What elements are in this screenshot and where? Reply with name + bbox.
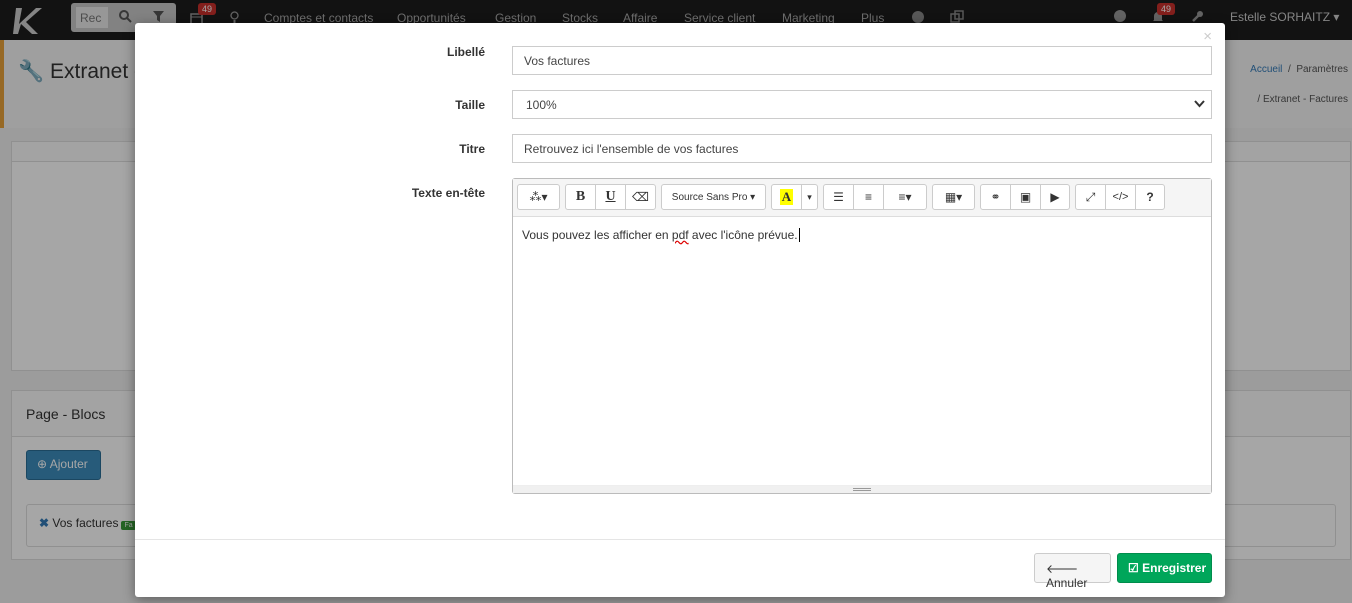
close-icon[interactable]: × — [1203, 28, 1212, 45]
label-texte: Texte en-tête — [411, 186, 485, 200]
magic-wand-icon[interactable]: ⁂▾ — [518, 185, 559, 209]
fullscreen-icon[interactable]: ⤢ — [1076, 185, 1106, 209]
save-button[interactable]: ☑ Enregistrer — [1117, 553, 1212, 583]
table-group: ▦▾ — [932, 184, 975, 210]
label-titre: Titre — [459, 142, 485, 156]
resize-grip-icon[interactable] — [853, 488, 871, 491]
editor-toolbar: ⁂▾ B U ⌫ Source Sans Pro ▾ A ▾ ☰ ≡ ≡▾ ▦▾ — [513, 179, 1211, 217]
rich-text-editor: ⁂▾ B U ⌫ Source Sans Pro ▾ A ▾ ☰ ≡ ≡▾ ▦▾ — [512, 178, 1212, 494]
numbered-list-icon[interactable]: ≡ — [854, 185, 884, 209]
align-icon[interactable]: ≡▾ — [884, 185, 926, 209]
bold-icon[interactable]: B — [566, 185, 596, 209]
titre-input[interactable]: Retrouvez ici l'ensemble de vos factures — [512, 134, 1212, 163]
view-group: ⤢ </> ? — [1075, 184, 1165, 210]
eraser-icon[interactable]: ⌫ — [626, 185, 655, 209]
video-icon[interactable]: ▶ — [1041, 185, 1069, 209]
label-taille: Taille — [455, 98, 485, 112]
table-icon[interactable]: ▦▾ — [933, 185, 974, 209]
editor-resize-bar[interactable] — [513, 485, 1211, 493]
arrow-left-icon: 🡐 — [1046, 562, 1079, 576]
help-icon[interactable]: ? — [1136, 185, 1164, 209]
label-libelle: Libellé — [446, 45, 485, 59]
link-icon[interactable]: ⚭ — [981, 185, 1011, 209]
text-cursor — [798, 228, 800, 242]
edit-modal: × Libellé Vos factures Taille 100% Titre… — [135, 23, 1225, 597]
code-view-icon[interactable]: </> — [1106, 185, 1136, 209]
check-square-icon: ☑ — [1128, 561, 1139, 575]
taille-value: 100% — [526, 98, 557, 112]
font-group: Source Sans Pro ▾ — [661, 184, 766, 210]
font-family-select[interactable]: Source Sans Pro ▾ — [662, 185, 765, 209]
color-group: A ▾ — [771, 184, 818, 210]
highlight-color-icon[interactable]: A — [772, 185, 802, 209]
color-dropdown-icon[interactable]: ▾ — [802, 185, 817, 209]
cancel-button[interactable]: 🡐 Annuler — [1034, 553, 1111, 590]
list-group: ☰ ≡ ≡▾ — [823, 184, 927, 210]
underline-icon[interactable]: U — [596, 185, 626, 209]
insert-group: ⚭ ▣ ▶ — [980, 184, 1070, 210]
chevron-down-icon — [1194, 100, 1205, 108]
spellcheck-word: pdf — [671, 228, 689, 242]
magic-group: ⁂▾ — [517, 184, 560, 210]
modal-footer-divider — [135, 539, 1225, 540]
format-group: B U ⌫ — [565, 184, 656, 210]
editor-content[interactable]: Vous pouvez les afficher en pdf avec l'i… — [513, 217, 1211, 253]
taille-select[interactable]: 100% — [512, 90, 1212, 119]
bullet-list-icon[interactable]: ☰ — [824, 185, 854, 209]
libelle-input[interactable]: Vos factures — [512, 46, 1212, 75]
image-icon[interactable]: ▣ — [1011, 185, 1041, 209]
